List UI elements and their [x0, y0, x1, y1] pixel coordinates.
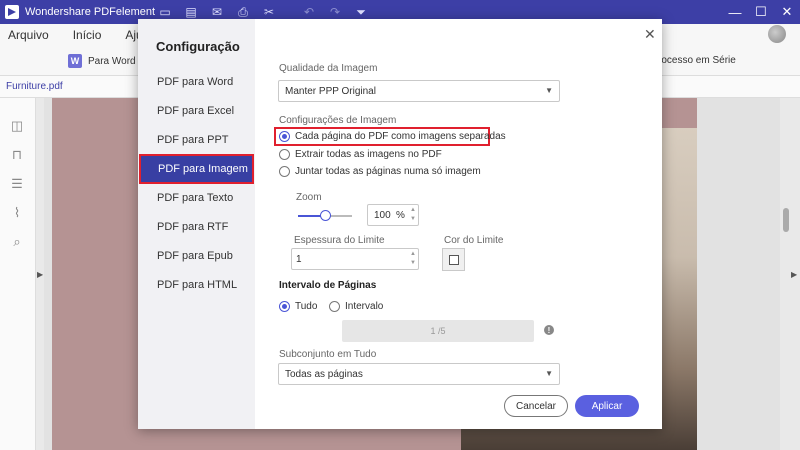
border-thickness-value: 1 — [296, 253, 302, 265]
settings-dialog: Configuração PDF para Word PDF para Exce… — [138, 19, 662, 429]
subset-select[interactable]: Todas as páginas ▼ — [278, 363, 560, 385]
maximize-button[interactable]: ☐ — [748, 0, 774, 24]
image-settings-label: Configurações de Imagem — [279, 115, 397, 126]
bookmark-icon[interactable]: ⊓ — [9, 147, 25, 163]
color-swatch — [448, 254, 459, 265]
radio-button[interactable] — [279, 149, 290, 160]
pdf-to-word-label: Para Word — [88, 55, 136, 67]
radio-all-pages[interactable]: Tudo — [279, 301, 317, 312]
close-window-button[interactable]: ✕ — [774, 0, 800, 24]
menu-inicio[interactable]: Início — [73, 28, 102, 42]
window-controls: — ☐ ✕ — [722, 0, 800, 24]
chevron-down-icon: ▼ — [545, 369, 553, 378]
radio-separate-images-label: Cada página do PDF como imagens separada… — [295, 131, 506, 142]
nav-pdf-word[interactable]: PDF para Word — [138, 68, 255, 96]
pdf-to-word-button[interactable]: W Para Word — [68, 54, 136, 68]
right-panel-expand-icon[interactable]: ▶ — [791, 270, 797, 279]
radio-extract-images[interactable]: Extrair todas as imagens no PDF — [279, 149, 442, 160]
radio-merge-pages-label: Juntar todas as páginas numa só imagem — [295, 166, 481, 177]
image-quality-value: Manter PPP Original — [285, 85, 376, 97]
radio-button-checked[interactable] — [279, 301, 290, 312]
zoom-slider-thumb[interactable] — [320, 210, 331, 221]
menu-arquivo[interactable]: Arquivo — [8, 28, 49, 42]
nav-pdf-ppt[interactable]: PDF para PPT — [138, 126, 255, 154]
border-thickness-stepper-icon[interactable]: ▲ ▼ — [410, 250, 416, 268]
radio-interval-label: Intervalo — [345, 301, 384, 312]
batch-process-button[interactable]: rocesso em Série — [658, 55, 736, 66]
cancel-button[interactable]: Cancelar — [504, 395, 568, 417]
subset-value: Todas as páginas — [285, 368, 363, 380]
app-logo-icon — [5, 5, 19, 19]
zoom-value: 100 — [374, 209, 391, 221]
radio-all-pages-label: Tudo — [295, 301, 318, 312]
dialog-title: Configuração — [156, 39, 240, 54]
dialog-close-button[interactable]: ✕ — [644, 26, 656, 43]
nav-pdf-excel[interactable]: PDF para Excel — [138, 97, 255, 125]
radio-merge-pages[interactable]: Juntar todas as páginas numa só imagem — [279, 166, 481, 177]
radio-button-checked[interactable] — [279, 131, 290, 142]
zoom-label: Zoom — [296, 192, 322, 203]
image-quality-select[interactable]: Manter PPP Original ▼ — [278, 80, 560, 102]
search-icon[interactable]: ⌕ — [9, 234, 25, 250]
border-color-picker[interactable] — [442, 248, 465, 271]
left-sidebar: ◫ ⊓ ☰ ⌇ ⌕ — [0, 98, 36, 450]
radio-button[interactable] — [329, 301, 340, 312]
subset-label: Subconjunto em Tudo — [279, 349, 377, 360]
radio-extract-images-label: Extrair todas as imagens no PDF — [295, 149, 442, 160]
sidebar-expand-icon[interactable]: ▶ — [37, 270, 43, 279]
dialog-sidebar: Configuração PDF para Word PDF para Exce… — [138, 19, 255, 429]
scrollbar-thumb[interactable] — [783, 208, 789, 232]
radio-interval[interactable]: Intervalo — [329, 301, 383, 312]
nav-pdf-text[interactable]: PDF para Texto — [138, 184, 255, 212]
zoom-input[interactable]: 100 % ▲ ▼ — [367, 204, 419, 226]
minimize-button[interactable]: — — [722, 0, 748, 24]
page-range-title: Intervalo de Páginas — [279, 280, 377, 291]
border-thickness-label: Espessura do Limite — [294, 235, 385, 246]
chevron-down-icon: ▼ — [545, 86, 553, 95]
zoom-stepper-icon[interactable]: ▲ ▼ — [410, 206, 416, 224]
thumbnails-icon[interactable]: ◫ — [9, 118, 25, 134]
avatar[interactable] — [768, 25, 786, 43]
word-icon: W — [68, 54, 82, 68]
border-color-label: Cor do Limite — [444, 235, 504, 246]
tab-furniture-pdf[interactable]: Furniture.pdf — [6, 81, 63, 92]
attachment-icon[interactable]: ⌇ — [9, 205, 25, 221]
nav-pdf-rtf[interactable]: PDF para RTF — [138, 213, 255, 241]
nav-pdf-image[interactable]: PDF para Imagem — [139, 154, 254, 184]
nav-pdf-html[interactable]: PDF para HTML — [138, 271, 255, 299]
radio-separate-images[interactable]: Cada página do PDF como imagens separada… — [279, 131, 506, 142]
radio-button[interactable] — [279, 166, 290, 177]
info-icon[interactable]: ! — [544, 325, 554, 335]
zoom-unit: % — [396, 210, 405, 221]
nav-pdf-epub[interactable]: PDF para Epub — [138, 242, 255, 270]
page-range-input[interactable]: 1 /5 — [342, 320, 534, 342]
apply-button[interactable]: Aplicar — [575, 395, 639, 417]
app-title: Wondershare PDFelement — [25, 6, 156, 18]
border-thickness-input[interactable]: 1 ▲ ▼ — [291, 248, 419, 270]
image-quality-label: Qualidade da Imagem — [279, 63, 378, 74]
comment-icon[interactable]: ☰ — [9, 176, 25, 192]
